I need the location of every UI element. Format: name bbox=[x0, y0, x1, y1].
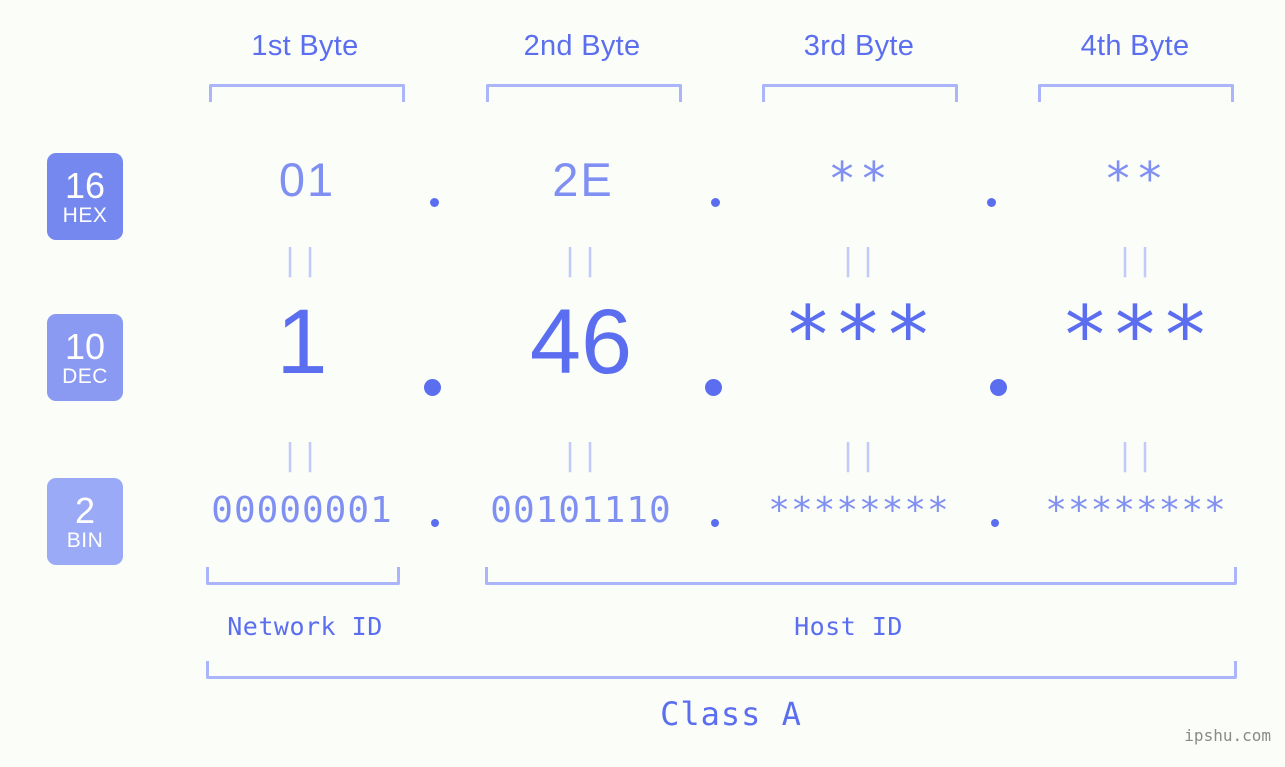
host-id-bracket bbox=[485, 567, 1237, 585]
base-badge-hex-unit: HEX bbox=[62, 203, 108, 227]
equals-mark-hex-dec-1: || bbox=[280, 243, 322, 278]
bin-value-byte-1: 00000001 bbox=[211, 490, 393, 531]
dec-value-byte-2: 46 bbox=[529, 291, 633, 393]
base-badge-bin-number: 2 bbox=[74, 489, 96, 531]
equals-mark-dec-bin-2: || bbox=[560, 438, 602, 473]
byte-header-3: 3rd Byte bbox=[803, 30, 915, 62]
bin-separator-dot-3 bbox=[991, 519, 999, 527]
network-id-bracket bbox=[206, 567, 400, 585]
hex-separator-dot-2 bbox=[711, 198, 720, 207]
base-badge-dec: 10 DEC bbox=[47, 314, 123, 401]
dec-separator-dot-3 bbox=[990, 379, 1007, 396]
byte-header-1: 1st Byte bbox=[251, 30, 359, 62]
class-label: Class A bbox=[660, 695, 802, 733]
ip-breakdown-diagram: 1st Byte 2nd Byte 3rd Byte 4th Byte 16 H… bbox=[0, 0, 1285, 767]
host-id-label: Host ID bbox=[794, 612, 903, 641]
dec-value-byte-3: *** bbox=[783, 289, 935, 382]
base-badge-dec-number: 10 bbox=[64, 325, 106, 367]
byte-bracket-2 bbox=[486, 84, 682, 102]
equals-mark-hex-dec-4: || bbox=[1115, 243, 1157, 278]
hex-value-byte-3: ** bbox=[828, 152, 892, 206]
bin-separator-dot-2 bbox=[711, 519, 719, 527]
dec-separator-dot-2 bbox=[705, 379, 722, 396]
network-id-label: Network ID bbox=[227, 612, 383, 641]
base-badge-hex-number: 16 bbox=[64, 164, 106, 206]
base-badge-hex: 16 HEX bbox=[47, 153, 123, 240]
byte-header-4: 4th Byte bbox=[1080, 30, 1190, 62]
byte-bracket-1 bbox=[209, 84, 405, 102]
equals-mark-hex-dec-2: || bbox=[560, 243, 602, 278]
byte-header-2: 2nd Byte bbox=[523, 30, 641, 62]
bin-separator-dot-1 bbox=[431, 519, 439, 527]
byte-bracket-3 bbox=[762, 84, 958, 102]
equals-mark-dec-bin-4: || bbox=[1115, 438, 1157, 473]
class-bracket bbox=[206, 661, 1237, 679]
site-watermark: ipshu.com bbox=[1184, 726, 1271, 745]
bin-value-byte-3: ******** bbox=[768, 490, 950, 531]
equals-mark-dec-bin-3: || bbox=[838, 438, 880, 473]
hex-separator-dot-1 bbox=[430, 198, 439, 207]
hex-separator-dot-3 bbox=[987, 198, 996, 207]
equals-mark-dec-bin-1: || bbox=[280, 438, 322, 473]
hex-value-byte-1: 01 bbox=[278, 153, 336, 206]
byte-bracket-4 bbox=[1038, 84, 1234, 102]
dec-separator-dot-1 bbox=[424, 379, 441, 396]
hex-value-byte-4: ** bbox=[1104, 152, 1168, 206]
equals-mark-hex-dec-3: || bbox=[838, 243, 880, 278]
hex-value-byte-2: 2E bbox=[552, 153, 614, 206]
base-badge-bin-unit: BIN bbox=[66, 528, 104, 552]
dec-value-byte-1: 1 bbox=[276, 291, 328, 393]
bin-value-byte-2: 00101110 bbox=[490, 490, 672, 531]
base-badge-dec-unit: DEC bbox=[62, 364, 108, 388]
base-badge-bin: 2 BIN bbox=[47, 478, 123, 565]
bin-value-byte-4: ******** bbox=[1045, 490, 1227, 531]
dec-value-byte-4: *** bbox=[1060, 289, 1212, 382]
